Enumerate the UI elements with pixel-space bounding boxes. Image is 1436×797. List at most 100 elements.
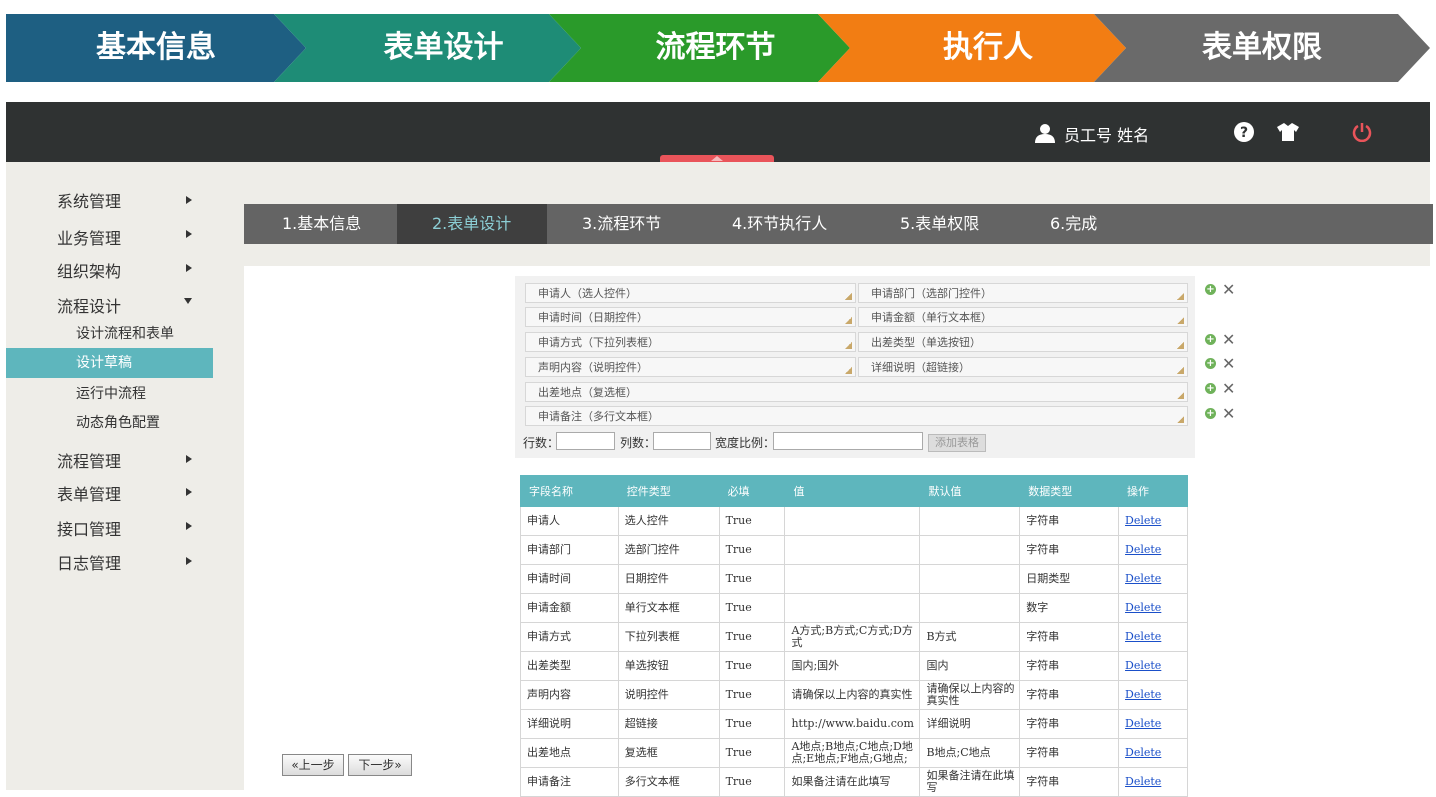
cell-default: 详细说明 — [919, 709, 1021, 739]
resize-grip-icon[interactable] — [1177, 342, 1184, 349]
cell-field-name: 申请部门 — [520, 535, 619, 565]
tab-permissions[interactable]: 5.表单权限 — [900, 204, 979, 244]
tab-finish[interactable]: 6.完成 — [1050, 204, 1097, 244]
cell-control-type: 超链接 — [617, 709, 720, 739]
resize-grip-icon[interactable] — [1177, 416, 1184, 423]
table-row: 出差地点 复选框 True A地点;B地点;C地点;D地点;E地点;F地点;G地点; B… — [520, 738, 1188, 768]
delete-link[interactable]: Delete — [1125, 775, 1161, 788]
sidebar-item-api-manage[interactable]: 接口管理 — [57, 516, 121, 540]
step-tabs: 1.基本信息 2.表单设计 3.流程环节 4.环节执行人 5.表单权限 6.完成 — [244, 204, 1433, 244]
resize-grip-icon[interactable] — [1177, 367, 1184, 374]
sidebar-sub-design[interactable]: 设计流程和表单 — [76, 323, 174, 343]
sidebar-sub-running[interactable]: 运行中流程 — [76, 383, 146, 403]
resize-grip-icon[interactable] — [1177, 392, 1184, 399]
help-icon[interactable]: ? — [1234, 122, 1254, 142]
tab-basic-info[interactable]: 1.基本信息 — [244, 204, 397, 244]
sidebar-item-org[interactable]: 组织架构 — [57, 258, 121, 282]
cell-control-type: 复选框 — [617, 738, 720, 768]
chevron-right-icon — [186, 264, 192, 272]
cell-required: True — [718, 535, 786, 565]
delete-link[interactable]: Delete — [1125, 688, 1161, 701]
form-field[interactable]: 申请方式（下拉列表框） — [525, 332, 856, 352]
cols-label: 列数： — [620, 436, 657, 450]
form-field[interactable]: 申请人（选人控件） — [525, 283, 856, 303]
cols-input[interactable] — [653, 432, 711, 450]
form-field[interactable]: 声明内容（说明控件） — [525, 357, 856, 377]
cell-default: 请确保以上内容的真实性 — [919, 680, 1021, 710]
resize-grip-icon[interactable] — [845, 293, 852, 300]
delete-row-icon[interactable]: ✕ — [1222, 404, 1235, 423]
shirt-icon[interactable] — [1276, 122, 1300, 142]
delete-link[interactable]: Delete — [1125, 659, 1161, 672]
sidebar-item-flow-manage[interactable]: 流程管理 — [57, 448, 121, 472]
sidebar-item-log-manage[interactable]: 日志管理 — [57, 550, 121, 574]
prev-step-button[interactable]: «上一步 — [282, 754, 344, 776]
form-field[interactable]: 出差类型（单选按钮） — [858, 332, 1188, 352]
sidebar-sub-drafts[interactable]: 设计草稿 — [6, 348, 213, 378]
chevron-right-icon — [186, 488, 192, 496]
svg-text:?: ? — [1240, 125, 1248, 141]
tab-flow-nodes[interactable]: 3.流程环节 — [582, 204, 661, 244]
delete-link[interactable]: Delete — [1125, 717, 1161, 730]
sidebar-item-system[interactable]: 系统管理 — [57, 188, 121, 212]
tab-executors[interactable]: 4.环节执行人 — [732, 204, 827, 244]
cell-default — [919, 506, 1021, 536]
delete-link[interactable]: Delete — [1125, 746, 1161, 759]
add-row-icon[interactable]: + — [1205, 408, 1216, 419]
width-ratio-input[interactable] — [773, 432, 923, 450]
delete-link[interactable]: Delete — [1125, 543, 1161, 556]
delete-row-icon[interactable]: ✕ — [1222, 280, 1235, 299]
sidebar-item-business[interactable]: 业务管理 — [57, 225, 121, 249]
user-label[interactable]: 员工号 姓名 — [1064, 122, 1149, 146]
cell-required: True — [718, 506, 786, 536]
cell-data-type: 数字 — [1019, 593, 1120, 623]
table-header-row: 字段名称 控件类型 必填 值 默认值 数据类型 操作 — [520, 475, 1188, 507]
cell-value: 国内;国外 — [784, 651, 921, 681]
cell-action: Delete — [1118, 622, 1188, 652]
add-table-button[interactable]: 添加表格 — [928, 434, 986, 452]
sidebar-item-flow-design[interactable]: 流程设计 — [57, 293, 121, 317]
cell-action: Delete — [1118, 738, 1188, 768]
next-step-button[interactable]: 下一步» — [348, 754, 412, 776]
delete-link[interactable]: Delete — [1125, 572, 1161, 585]
banner-step-5: 表单权限 — [1202, 30, 1322, 65]
cell-action: Delete — [1118, 593, 1188, 623]
resize-grip-icon[interactable] — [845, 342, 852, 349]
form-field[interactable]: 详细说明（超链接） — [858, 357, 1188, 377]
table-row: 申请时间 日期控件 True 日期类型 Delete — [520, 564, 1188, 594]
cell-action: Delete — [1118, 506, 1188, 536]
delete-link[interactable]: Delete — [1125, 630, 1161, 643]
sidebar-sub-roles[interactable]: 动态角色配置 — [76, 412, 160, 432]
rows-input[interactable] — [556, 432, 615, 450]
resize-grip-icon[interactable] — [1177, 293, 1184, 300]
col-data-type: 数据类型 — [1019, 475, 1120, 507]
add-row-icon[interactable]: + — [1205, 334, 1216, 345]
resize-grip-icon[interactable] — [1177, 317, 1184, 324]
form-field[interactable]: 出差地点（复选框） — [525, 382, 1188, 402]
delete-link[interactable]: Delete — [1125, 601, 1161, 614]
cell-required: True — [718, 622, 786, 652]
power-icon[interactable] — [1352, 122, 1372, 142]
sidebar-item-form-manage[interactable]: 表单管理 — [57, 481, 121, 505]
resize-grip-icon[interactable] — [845, 317, 852, 324]
cell-control-type: 下拉列表框 — [617, 622, 720, 652]
form-field[interactable]: 申请备注（多行文本框） — [525, 406, 1188, 426]
form-field-label: 申请方式（下拉列表框） — [538, 336, 659, 349]
row-ops: + ✕ — [1205, 354, 1235, 373]
add-row-icon[interactable]: + — [1205, 284, 1216, 295]
cell-field-name: 详细说明 — [520, 709, 619, 739]
tab-form-design[interactable]: 2.表单设计 — [397, 204, 547, 244]
form-field-label: 申请部门（选部门控件） — [871, 287, 992, 300]
form-field-label: 申请金额（单行文本框） — [871, 311, 992, 324]
delete-link[interactable]: Delete — [1125, 514, 1161, 527]
add-row-icon[interactable]: + — [1205, 383, 1216, 394]
add-row-icon[interactable]: + — [1205, 358, 1216, 369]
chevron-right-icon — [186, 455, 192, 463]
form-field[interactable]: 申请时间（日期控件） — [525, 307, 856, 327]
resize-grip-icon[interactable] — [845, 367, 852, 374]
delete-row-icon[interactable]: ✕ — [1222, 330, 1235, 349]
delete-row-icon[interactable]: ✕ — [1222, 379, 1235, 398]
form-field[interactable]: 申请部门（选部门控件） — [858, 283, 1188, 303]
delete-row-icon[interactable]: ✕ — [1222, 354, 1235, 373]
form-field[interactable]: 申请金额（单行文本框） — [858, 307, 1188, 327]
